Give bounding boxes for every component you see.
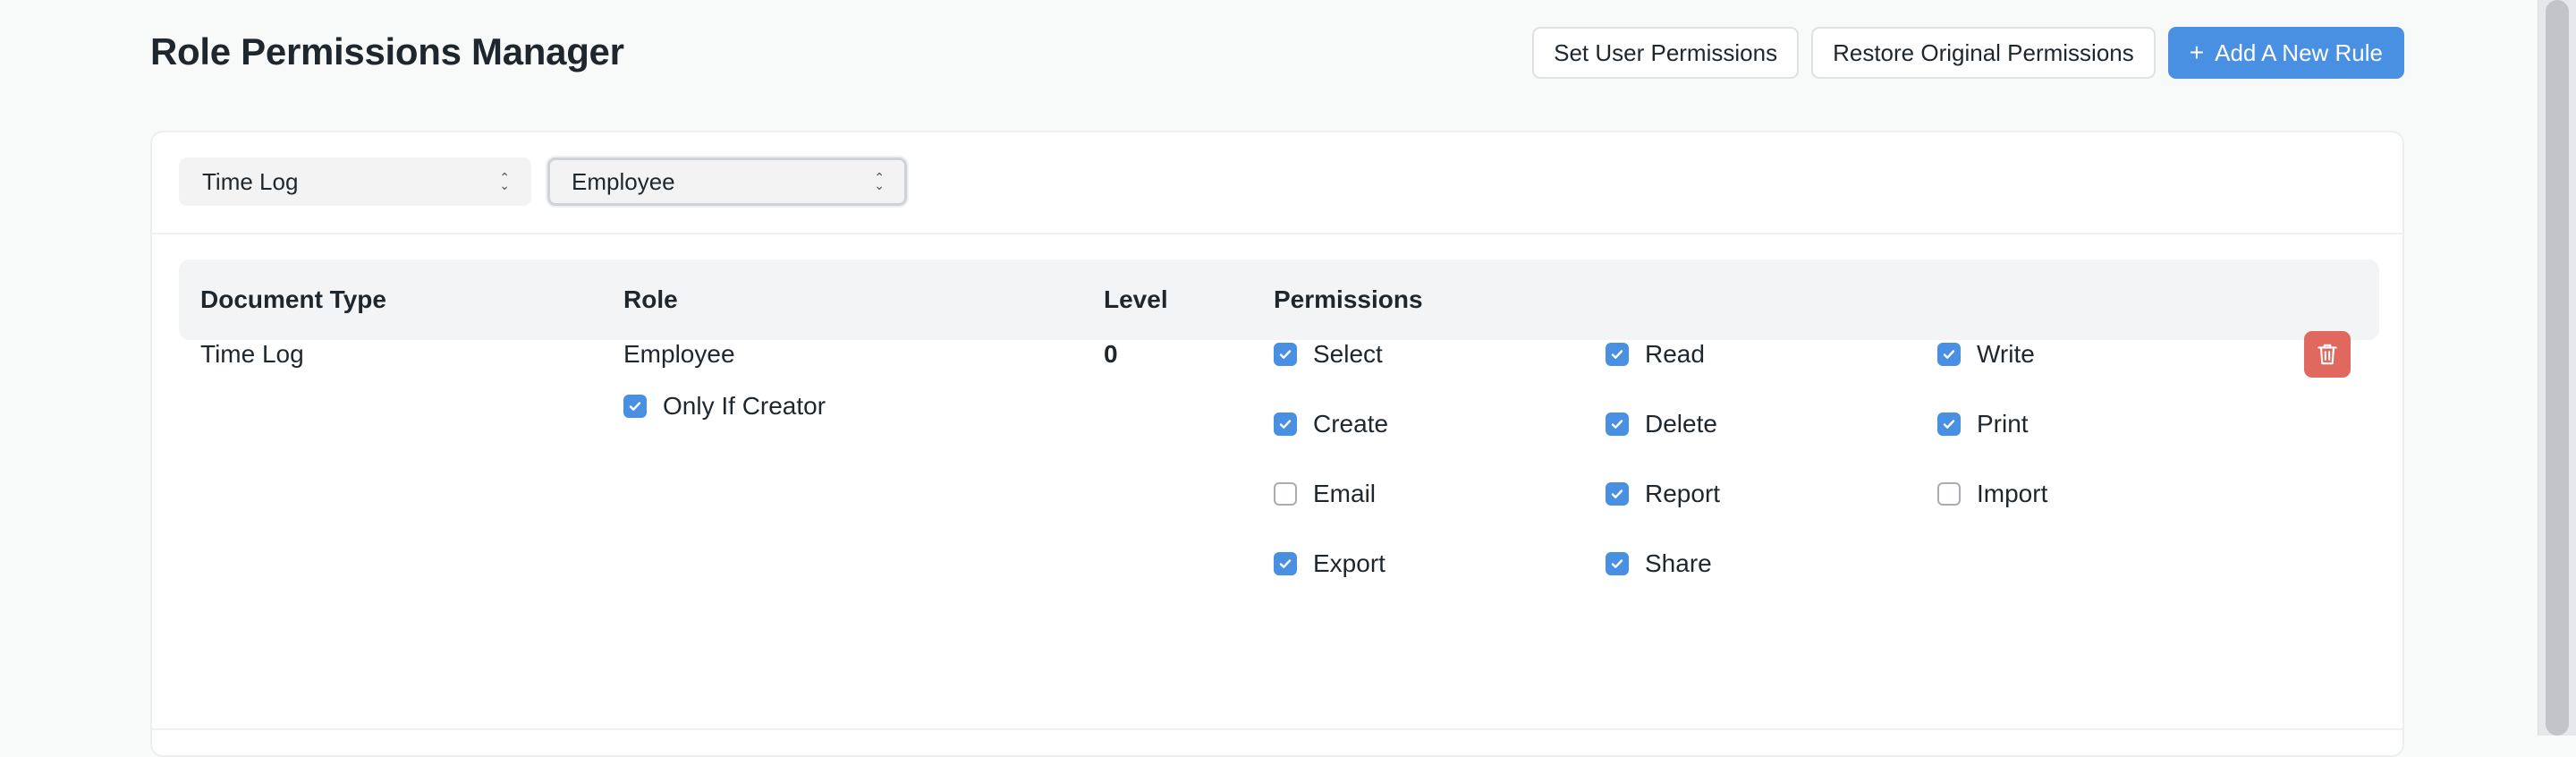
perm-import-checkbox[interactable]: Import — [1937, 480, 2047, 508]
header-actions: Set User Permissions Restore Original Pe… — [1532, 27, 2404, 79]
perm-email-label: Email — [1313, 480, 1377, 507]
restore-original-permissions-button[interactable]: Restore Original Permissions — [1811, 27, 2156, 79]
header-permissions: Permissions — [1274, 285, 1423, 313]
check-icon[interactable] — [1274, 343, 1297, 366]
perm-print-checkbox[interactable]: Print — [1937, 410, 2029, 438]
perm-write-checkbox[interactable]: Write — [1937, 340, 2035, 369]
page-header: Role Permissions Manager Set User Permis… — [150, 25, 2404, 82]
perm-report-checkbox[interactable]: Report — [1606, 480, 1720, 508]
scrollbar-thumb[interactable] — [2546, 0, 2569, 736]
perm-create-label: Create — [1313, 410, 1389, 438]
filter-divider — [152, 233, 2402, 234]
perm-email-checkbox[interactable]: Email — [1274, 480, 1376, 508]
check-icon[interactable] — [1274, 482, 1297, 506]
document-type-select[interactable]: Time Log ⌃ ⌄ — [179, 157, 531, 206]
page-title: Role Permissions Manager — [150, 30, 624, 72]
perm-read-label: Read — [1645, 340, 1705, 368]
perm-print-label: Print — [1977, 410, 2029, 438]
check-icon[interactable] — [1937, 413, 1961, 436]
check-icon[interactable] — [1937, 482, 1961, 506]
role-select-value: Employee — [572, 167, 675, 195]
perm-delete-label: Delete — [1645, 410, 1717, 438]
perm-select-checkbox[interactable]: Select — [1274, 340, 1383, 369]
delete-rule-button[interactable] — [2304, 331, 2351, 378]
plus-icon: + — [2189, 38, 2205, 66]
set-user-permissions-button[interactable]: Set User Permissions — [1532, 27, 1800, 79]
table-row: Time Log Employee 0 Only If Creator Sele… — [179, 331, 2379, 716]
check-icon[interactable] — [1606, 482, 1629, 506]
check-icon[interactable] — [1606, 343, 1629, 366]
perm-export-checkbox[interactable]: Export — [1274, 549, 1385, 578]
trash-icon — [2318, 344, 2337, 365]
header-document-type: Document Type — [200, 285, 386, 313]
perm-report-label: Report — [1645, 480, 1721, 507]
chevron-updown-icon: ⌃ ⌄ — [874, 170, 885, 192]
perm-read-checkbox[interactable]: Read — [1606, 340, 1705, 369]
row-role: Employee — [623, 340, 735, 368]
perm-write-label: Write — [1977, 340, 2035, 368]
check-icon[interactable] — [1606, 413, 1629, 436]
permissions-card: Time Log ⌃ ⌄ Employee ⌃ ⌄ Document Type Ro… — [150, 131, 2404, 757]
page-scrollbar[interactable] — [2538, 0, 2576, 736]
filter-bar: Time Log ⌃ ⌄ Employee ⌃ ⌄ — [179, 157, 907, 206]
row-document-type: Time Log — [200, 340, 304, 368]
document-type-select-value: Time Log — [202, 167, 299, 195]
set-user-permissions-label: Set User Permissions — [1554, 38, 1778, 66]
perm-share-checkbox[interactable]: Share — [1606, 549, 1712, 578]
add-new-rule-label: Add A New Rule — [2215, 38, 2383, 66]
check-icon[interactable] — [1274, 413, 1297, 436]
card-footer-divider — [152, 728, 2402, 730]
perm-select-label: Select — [1313, 340, 1383, 368]
check-icon[interactable] — [1937, 343, 1961, 366]
perm-export-label: Export — [1313, 549, 1385, 577]
perm-delete-checkbox[interactable]: Delete — [1606, 410, 1717, 438]
table-header: Document Type Role Level Permissions — [179, 259, 2379, 340]
row-level: 0 — [1104, 340, 1118, 368]
perm-import-label: Import — [1977, 480, 2048, 507]
only-if-creator-label: Only If Creator — [663, 392, 826, 420]
perm-share-label: Share — [1645, 549, 1712, 577]
role-select[interactable]: Employee ⌃ ⌄ — [547, 157, 907, 206]
header-level: Level — [1104, 285, 1168, 313]
only-if-creator-checkbox[interactable]: Only If Creator — [623, 392, 826, 421]
header-role: Role — [623, 285, 678, 313]
check-icon[interactable] — [1274, 552, 1297, 575]
chevron-updown-icon: ⌃ ⌄ — [499, 170, 510, 192]
restore-original-permissions-label: Restore Original Permissions — [1833, 38, 2134, 66]
check-icon[interactable] — [1606, 552, 1629, 575]
add-new-rule-button[interactable]: + Add A New Rule — [2167, 27, 2404, 79]
perm-create-checkbox[interactable]: Create — [1274, 410, 1388, 438]
check-icon[interactable] — [623, 395, 647, 418]
